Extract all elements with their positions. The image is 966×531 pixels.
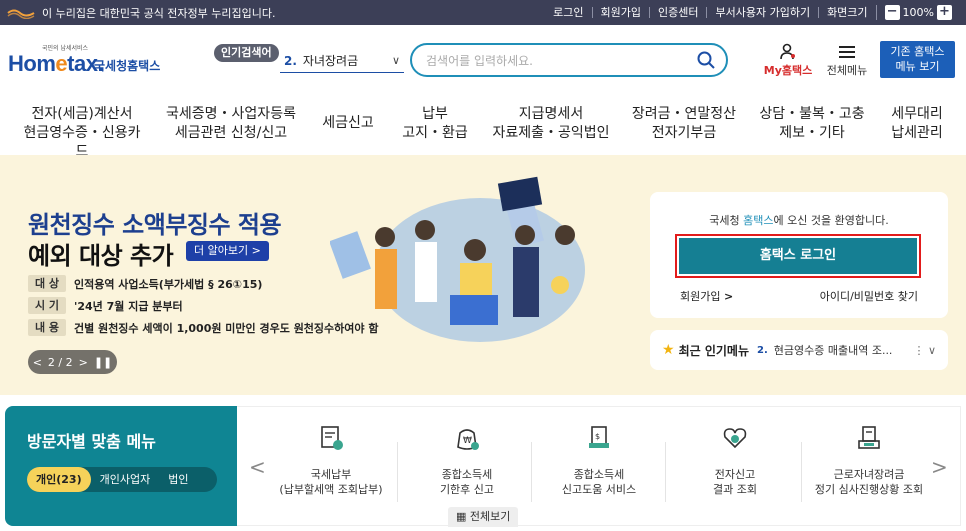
hero-title-line1: 원천징수 소액부징수 적용: [28, 211, 282, 239]
hero-row-content: 내 용 건별 원천징수 세액이 1,000원 미만인 경우도 원천징수하여야 함: [28, 319, 378, 336]
welcome-text: 국세청 홈택스에 오신 것을 환영합니다.: [709, 214, 889, 227]
recent-popular-label: 최근 인기메뉴: [678, 343, 749, 358]
nav-payment[interactable]: 납부 고지・환급: [400, 105, 470, 143]
nav-certificate-registration[interactable]: 국세증명・사업자등록 세금관련 신청/신고: [166, 105, 296, 143]
nav-consultation[interactable]: 상담・불복・고충 제보・기타: [758, 105, 866, 143]
tab-sole-proprietor[interactable]: 개인사업자: [91, 467, 160, 492]
visitor-tabs: 개인(23) 개인사업자 법인: [27, 467, 217, 492]
nav-incentive-yearend[interactable]: 장려금・연말정산 전자기부금: [630, 105, 738, 143]
quick-e-filing-result[interactable]: 전자신고 결과 조회: [669, 423, 801, 497]
gov-notice-text: 이 누리집은 대한민국 공식 전자정부 누리집입니다.: [42, 6, 276, 20]
zoom-level: 100%: [902, 6, 934, 19]
my-hometax-label: My홈택스: [763, 64, 813, 77]
pager-count: 2 / 2: [47, 355, 73, 369]
popular-search-badge: 인기검색어: [214, 44, 279, 62]
popular-term: 자녀장려금: [302, 54, 359, 68]
more-icon: ⋮: [913, 343, 925, 357]
e-filing-result-icon: [723, 428, 747, 449]
old-hometax-menu-button[interactable]: 기존 홈택스 메뉴 보기: [880, 41, 955, 78]
hero-illustration: [330, 176, 585, 342]
login-link[interactable]: 로그인: [545, 7, 591, 18]
all-menu-label: 전체메뉴: [826, 64, 868, 77]
chevron-left-icon[interactable]: <: [249, 455, 266, 479]
grid-icon: ▦: [456, 510, 467, 523]
hero-row-period: 시 기 '24년 7월 지급 분부터: [28, 297, 183, 314]
view-all-button[interactable]: ▦ 전체보기: [448, 507, 519, 527]
popular-rank: 2.: [284, 54, 297, 68]
join-link[interactable]: 회원가입 >: [680, 288, 733, 304]
next-arrow-icon[interactable]: >: [79, 356, 88, 369]
chevron-down-icon: ∨: [391, 54, 400, 67]
pause-icon[interactable]: ❚❚: [94, 356, 112, 369]
logo-brand: Hometax.: [8, 51, 104, 76]
cert-center-link[interactable]: 인증센터: [649, 7, 706, 18]
quick-income-tax-help[interactable]: $ 종합소득세 신고도움 서비스: [533, 423, 665, 497]
screen-size-label: 화면크기: [818, 7, 875, 18]
chevron-down-icon: ∨: [927, 343, 936, 357]
quick-child-incentive[interactable]: 근로자녀장려금 정기 심사진행상황 조회: [803, 423, 935, 497]
quick-income-tax-late[interactable]: ₩ 종합소득세 기한후 신고: [401, 423, 533, 497]
all-menu-button[interactable]: 전체메뉴: [822, 43, 872, 83]
popular-search-select[interactable]: 2. 자녀장려금 ∨: [280, 49, 404, 73]
signup-link[interactable]: 회원가입: [591, 7, 649, 18]
hometax-login-button[interactable]: 홈택스 로그인: [675, 234, 921, 278]
learn-more-button[interactable]: 더 알아보기 >: [186, 241, 269, 261]
search-icon[interactable]: [696, 50, 716, 70]
tax-payment-icon: [321, 426, 343, 450]
chevron-right-icon: >: [723, 290, 734, 303]
old-home-line1: 기존 홈택스: [890, 45, 945, 58]
income-tax-late-icon: ₩: [457, 429, 479, 450]
svg-text:₩: ₩: [463, 436, 472, 446]
hero-banner: 원천징수 소액부징수 적용 예외 대상 추가 더 알아보기 > 대 상 인적용역 …: [0, 155, 966, 395]
main-nav: 전자(세금)계산서 현금영수증・신용카드 국세증명・사업자등록 세금관련 신청/신고…: [0, 93, 966, 160]
nav-payment-statement[interactable]: 지급명세서 자료제출・공익법인: [492, 105, 610, 143]
quick-menu: < > 국세납부 (납부할세액 조회납부) ₩ 종합소득세 기한후 신고 $ 종합소…: [237, 406, 961, 526]
search-box: [410, 43, 728, 77]
utility-links: 로그인 회원가입 인증센터 부서사용자 가입하기 화면크기 − 100% +: [545, 0, 952, 25]
zoom-control: − 100% +: [875, 5, 952, 20]
nav-tax-agent[interactable]: 세무대리 납세관리: [884, 105, 950, 143]
hamburger-icon: [839, 46, 855, 58]
hero-title-line2: 예외 대상 추가: [28, 242, 174, 270]
zoom-out-button[interactable]: −: [884, 5, 900, 20]
recent-popular-item[interactable]: 현금영수증 매출내역 조...: [774, 342, 893, 358]
gov-mark-icon: [7, 9, 35, 19]
recent-popular-expand[interactable]: ⋮ ∨: [913, 344, 936, 357]
star-icon: ★: [662, 342, 675, 358]
login-panel: 국세청 홈택스에 오신 것을 환영합니다. 홈택스 로그인 회원가입 > 아이디…: [650, 192, 948, 318]
recent-popular-rank: 2.: [756, 344, 768, 356]
site-header: 국민의 납세서비스 Hometax. 국세청홈택스 인기검색어 2. 자녀장려금 …: [0, 25, 966, 93]
nav-tax-filing[interactable]: 세금신고: [318, 114, 378, 133]
login-button-label: 홈택스 로그인: [679, 238, 917, 274]
prev-arrow-icon[interactable]: <: [33, 356, 42, 369]
tab-individual[interactable]: 개인(23): [27, 467, 91, 492]
visitor-menu-title: 방문자별 맞춤 메뉴: [27, 432, 156, 451]
banner-pager: < 2 / 2 > ❚❚: [28, 350, 117, 374]
search-input[interactable]: [426, 52, 686, 70]
old-home-line2: 메뉴 보기: [895, 60, 940, 73]
child-incentive-icon: [858, 426, 880, 449]
visitor-menu-panel: 방문자별 맞춤 메뉴 개인(23) 개인사업자 법인: [5, 406, 237, 526]
nav-e-invoice[interactable]: 전자(세금)계산서 현금영수증・신용카드: [22, 105, 142, 162]
hometax-logo[interactable]: 국민의 납세서비스 Hometax. 국세청홈택스: [8, 41, 168, 83]
gov-notice: 이 누리집은 대한민국 공식 전자정부 누리집입니다.: [0, 5, 276, 21]
hero-row-target: 대 상 인적용역 사업소득(부가세법 § 26①15): [28, 275, 262, 292]
gov-notice-bar: 이 누리집은 대한민국 공식 전자정부 누리집입니다. 로그인 회원가입 인증센…: [0, 0, 966, 25]
logo-korean: 국세청홈택스: [94, 59, 161, 73]
svg-text:$: $: [595, 432, 600, 441]
find-id-password-link[interactable]: 아이디/비밀번호 찾기: [820, 288, 918, 304]
income-tax-help-icon: $: [589, 426, 609, 448]
tab-corporation[interactable]: 법인: [159, 467, 197, 492]
zoom-in-button[interactable]: +: [937, 5, 952, 20]
user-icon: [780, 43, 795, 60]
quick-tax-payment[interactable]: 국세납부 (납부할세액 조회납부): [265, 423, 397, 497]
my-hometax-button[interactable]: My홈택스: [762, 43, 814, 83]
dept-user-signup-link[interactable]: 부서사용자 가입하기: [706, 7, 818, 18]
recent-popular-menu: ★ 최근 인기메뉴 2. 현금영수증 매출내역 조... ⋮ ∨: [650, 330, 948, 370]
